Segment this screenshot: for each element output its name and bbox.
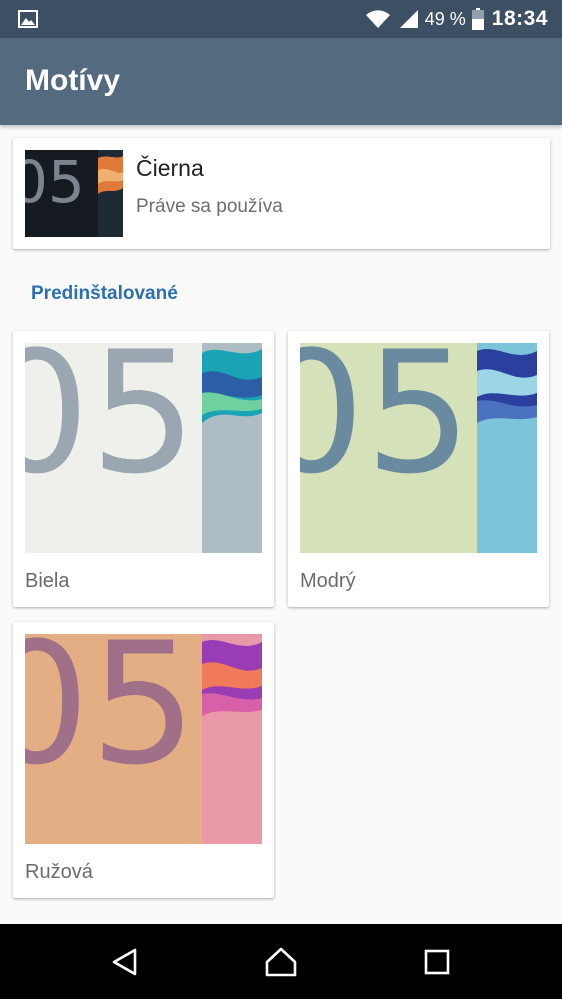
navigation-bar xyxy=(0,924,562,999)
cellular-signal-icon xyxy=(399,10,418,28)
status-bar: 49 % 18:34 xyxy=(0,0,562,38)
svg-text:05: 05 xyxy=(300,343,472,511)
current-theme-card[interactable]: 05 Čierna Práve sa používa xyxy=(13,138,550,249)
theme-name: Modrý xyxy=(300,570,356,592)
theme-thumbnail: 05 xyxy=(25,634,262,844)
wifi-icon xyxy=(365,10,390,28)
current-theme-thumbnail: 05 xyxy=(25,150,123,237)
home-icon xyxy=(265,947,297,976)
page-title: Motívy xyxy=(25,64,121,97)
current-theme-status: Práve sa používa xyxy=(136,196,283,217)
section-header-preinstalled: Predinštalované xyxy=(31,283,178,304)
battery-percent: 49 % xyxy=(424,8,466,29)
theme-name: Ružová xyxy=(25,861,93,883)
clock: 18:34 xyxy=(491,7,548,30)
theme-card-ruzova[interactable]: 05 Ružová xyxy=(13,622,274,898)
theme-thumbnail: 05 xyxy=(300,343,537,553)
theme-thumbnail: 05 xyxy=(25,343,262,553)
theme-card-modry[interactable]: 05 Modrý xyxy=(288,331,549,607)
image-notification-icon xyxy=(18,10,38,28)
svg-text:05: 05 xyxy=(25,634,197,802)
current-theme-name: Čierna xyxy=(136,155,204,181)
current-theme-thumb-text: 05 xyxy=(25,150,85,216)
back-button[interactable] xyxy=(85,924,165,999)
app-bar: Motívy xyxy=(0,38,562,125)
theme-card-biela[interactable]: 05 Biela xyxy=(13,331,274,607)
svg-text:05: 05 xyxy=(25,343,197,511)
back-icon xyxy=(112,948,137,975)
home-button[interactable] xyxy=(241,924,321,999)
theme-name: Biela xyxy=(25,570,70,592)
battery-icon xyxy=(471,8,484,30)
recent-apps-icon xyxy=(424,949,450,974)
recent-apps-button[interactable] xyxy=(397,924,477,999)
